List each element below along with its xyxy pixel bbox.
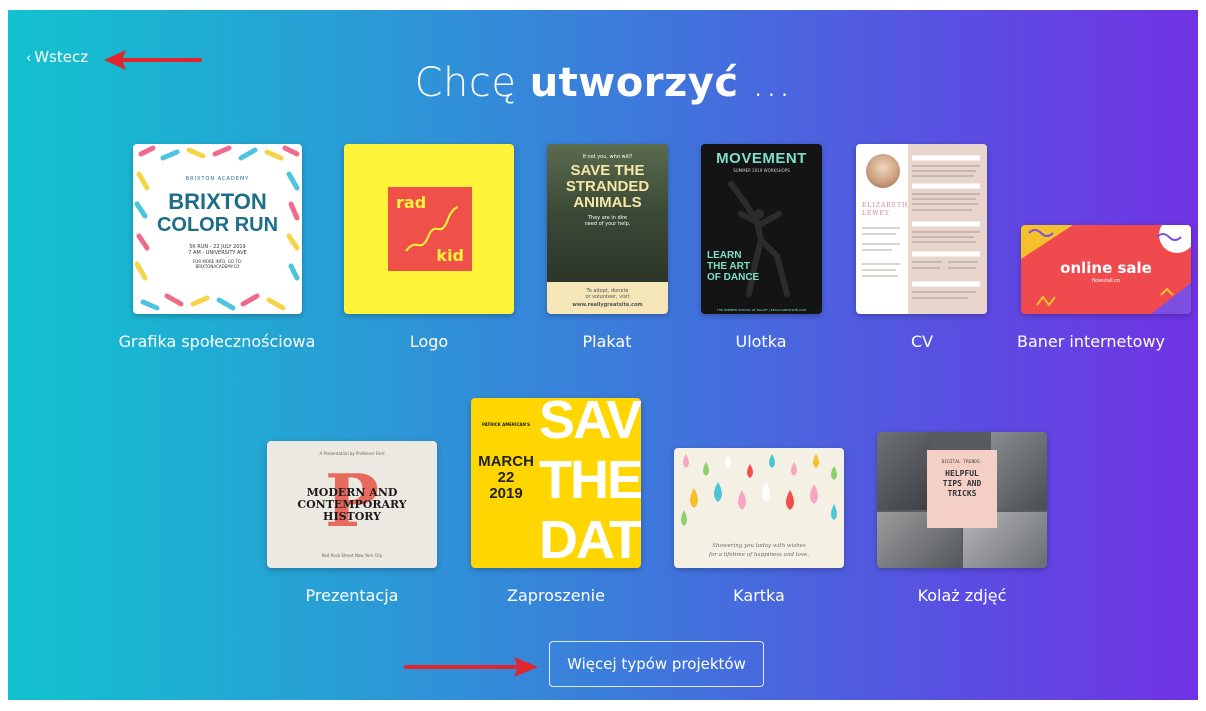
thumb-photo-collage: DIGITAL TRENDS: HELPFUL TIPS AND TRICKS (877, 432, 1047, 568)
thumb-invitation: PATRICK AMERICAN'S MARCH 22 2019 SAVE TH… (471, 398, 641, 568)
thumb-presentation: A Presentation by Professor Ford P MODER… (267, 441, 437, 568)
annotation-arrow-more (404, 657, 538, 677)
poster-footer: To adopt, donate or volunteer, visit www… (547, 282, 668, 314)
card-label: Baner internetowy (1016, 332, 1166, 351)
collage-title: HELPFUL TIPS AND TRICKS (942, 469, 982, 498)
invitation-date: MARCH 22 2019 (478, 453, 534, 502)
card-label: Prezentacja (305, 586, 399, 605)
card-label: Zaproszenie (507, 586, 605, 605)
dancer-silhouette (728, 181, 790, 297)
page-title: Chcę utworzyć ... (414, 60, 792, 106)
logo-mark: rad kid (388, 187, 472, 271)
thumb-logo: rad kid (344, 144, 514, 314)
presentation-title: MODERN AND CONTEMPORARY HISTORY (297, 486, 407, 523)
flyer-headline: LEARN THE ART OF DANCE (707, 250, 760, 283)
card-label: Kartka (733, 586, 785, 605)
thumb-greeting-card: Showering you today with wishes for a li… (674, 448, 844, 568)
collage-center-panel: DIGITAL TRENDS: HELPFUL TIPS AND TRICKS (927, 450, 997, 528)
thumb-web-banner: online sale flowstall.co (1021, 225, 1191, 314)
cv-text-lines (862, 155, 980, 299)
thumb-poster: If not you, who will? SAVE THE STRANDED … (547, 144, 668, 314)
greeting-message: Showering you today with wishes for a li… (709, 543, 809, 558)
social-graphic-content: BRIXTON ACADEMY BRIXTON COLOR RUN 5K RUN… (155, 166, 280, 292)
more-project-types-button[interactable]: Więcej typów projektów (549, 641, 764, 687)
invitation-big-text: SAVE THE DATE (539, 398, 641, 568)
poster-text: If not you, who will? SAVE THE STRANDED … (565, 154, 650, 227)
collage-photo-2 (991, 432, 1047, 510)
card-label: Kolaż zdjęć (917, 586, 1007, 605)
thumb-cv: ELIZABETH LEWEY (856, 144, 987, 314)
create-design-panel: ‹ Wstecz Chcę utworzyć ... BRIXTON ACADE… (8, 10, 1198, 700)
thumb-social-graphic: BRIXTON ACADEMY BRIXTON COLOR RUN 5K RUN… (133, 144, 302, 314)
collage-photo-1 (877, 432, 933, 510)
card-label: Grafika społecznościowa (118, 332, 316, 351)
thumb-flyer: MOVEMENT SUMMER 2019 WORKSHOPS LEARN THE… (701, 144, 822, 314)
